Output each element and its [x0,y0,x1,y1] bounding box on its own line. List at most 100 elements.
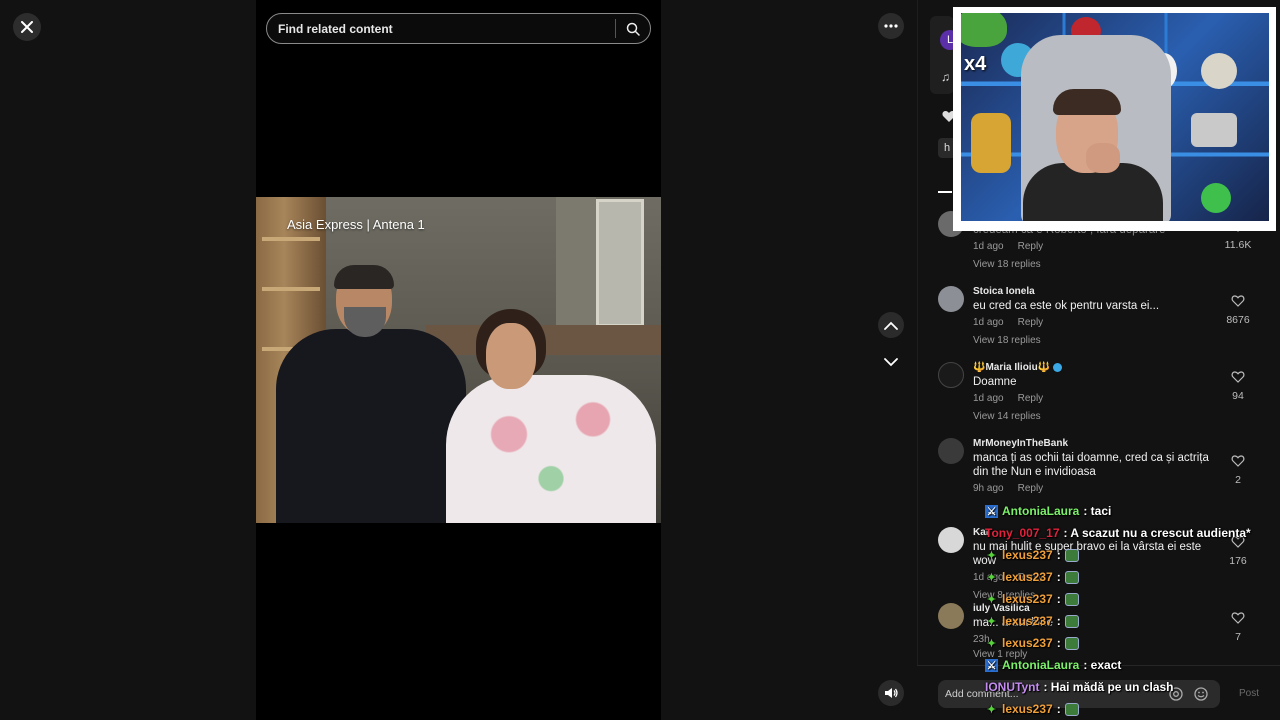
subscriber-star-icon: ✦ [986,593,997,606]
scene-shelf [262,287,320,291]
volume-button[interactable] [878,680,904,706]
search-input[interactable] [267,21,615,36]
chat-message: ✦ lexus237: [985,610,1275,632]
scene-person-woman-face [486,323,536,389]
close-button[interactable] [13,13,41,41]
video-player[interactable]: Asia Express | Antena 1 [256,197,661,523]
chat-text: : [1056,592,1061,606]
chat-text: : [1056,548,1061,562]
more-horizontal-icon [884,24,898,28]
scene-person-man-hair [334,265,394,289]
subscriber-star-icon: ✦ [986,703,997,716]
comment-body: Stoica Ionela eu cred ca este ok pentru … [973,286,1223,346]
webcam-figure [971,113,1011,173]
pepe-emote-icon [1064,614,1079,628]
heart-outline-icon [1231,371,1245,383]
view-replies-button[interactable]: View 18 replies [973,335,1223,346]
pepe-emote-icon [1064,702,1079,716]
comment-time: 9h ago [973,483,1004,494]
comment-username[interactable]: Stoica Ionela [973,286,1223,297]
next-video-button[interactable] [878,349,904,375]
chat-username[interactable]: lexus237 [1002,592,1053,606]
verified-icon [1052,362,1062,372]
chat-username[interactable]: Tony_007_17 [985,526,1060,540]
chat-username[interactable]: lexus237 [1002,636,1053,650]
scene-person-woman-robe [446,375,656,523]
view-replies-button[interactable]: View 14 replies [973,411,1223,422]
like-count: 8676 [1226,314,1250,326]
chat-username[interactable]: lexus237 [1002,570,1053,584]
scene-person-man [276,329,466,523]
more-options-button[interactable] [878,13,904,39]
pepe-emote-icon [1064,570,1079,584]
webcam-streamer-hair [1053,89,1121,115]
comment-time: 1d ago [973,317,1004,328]
comment-avatar[interactable] [938,527,964,553]
webcam-streamer-hand [1086,143,1120,173]
chat-text: : taci [1083,504,1112,518]
chat-username[interactable]: lexus237 [1002,614,1053,628]
comment-meta: 1d ago Reply [973,241,1223,252]
heart-outline-icon [1231,295,1245,307]
scene-shelf [262,237,320,241]
reply-button[interactable]: Reply [1018,317,1044,328]
comment-username[interactable]: MrMoneyInTheBank [973,438,1223,449]
chat-text: : [1056,570,1061,584]
chat-username[interactable]: AntoniaLaura [1002,504,1079,518]
comment-avatar[interactable] [938,362,964,388]
subscriber-star-icon: ✦ [986,571,997,584]
comment-text: eu cred ca este ok pentru varsta ei... [973,300,1160,312]
comment-body: MrMoneyInTheBank manca ți as ochii tai d… [973,438,1223,494]
chat-message: ⚔ AntoniaLaura : taci [985,500,1275,522]
webcam-figure [1201,183,1231,213]
reply-button[interactable]: Reply [1018,483,1044,494]
comment-avatar[interactable] [938,603,964,629]
chat-username[interactable]: AntoniaLaura [1002,658,1079,672]
chat-username[interactable]: IONUTynt [985,680,1039,694]
chat-text: : [1056,702,1061,716]
comment-meta: 9h ago Reply [973,483,1223,494]
chevron-down-icon [884,357,898,366]
comment-username[interactable]: 🔱Maria Ilioiu🔱 [973,362,1223,373]
music-icon: ♫ [941,70,950,84]
search-bar [266,13,651,44]
comment-time: 1d ago [973,241,1004,252]
view-replies-button[interactable]: View 18 replies [973,259,1223,270]
previous-video-button[interactable] [878,312,904,338]
pepe-emote-icon [1064,548,1079,562]
chat-message: ✦ lexus237: [985,698,1275,720]
search-icon [626,22,640,36]
emote-multiplier: x4 [964,53,987,75]
chat-message: IONUTynt: Hai mădă pe un clash [985,676,1275,698]
chat-message: ✦ lexus237: [985,588,1275,610]
heart-outline-icon [1231,455,1245,467]
comment-time: 1d ago [973,393,1004,404]
chevron-up-icon [884,321,898,330]
like-count: 11.6K [1224,239,1252,251]
chat-username[interactable]: lexus237 [1002,548,1053,562]
webcam-feed: x4 [961,13,1269,221]
subscriber-star-icon: ✦ [986,549,997,562]
search-button[interactable] [616,14,650,43]
comment-text: manca ți as ochii tai doamne, cred ca și… [973,452,1209,478]
video-watermark: Asia Express | Antena 1 [287,217,425,232]
moderator-sword-icon: ⚔ [985,504,998,518]
reply-button[interactable]: Reply [1018,393,1044,404]
subscriber-star-icon: ✦ [986,637,997,650]
like-button[interactable]: 8676 [1218,294,1258,326]
chat-text: : [1056,636,1061,650]
pepe-emote-icon [1064,636,1079,650]
reply-button[interactable]: Reply [1018,241,1044,252]
chat-message: ✦ lexus237: [985,632,1275,654]
like-count: 94 [1232,390,1244,402]
streamer-webcam-overlay: x4 [953,7,1276,231]
comment-avatar[interactable] [938,438,964,464]
like-button[interactable]: 2 [1218,454,1258,486]
chat-username[interactable]: lexus237 [1002,702,1053,716]
like-button[interactable]: 94 [1218,370,1258,402]
stream-chat-overlay: ⚔ AntoniaLaura : taci Tony_007_17: A scazut… [985,500,1275,720]
like-count: 2 [1235,474,1241,486]
chat-text: : A scazut nu a crescut audienta* [1063,526,1251,540]
comment-avatar[interactable] [938,286,964,312]
volume-icon [885,688,898,698]
